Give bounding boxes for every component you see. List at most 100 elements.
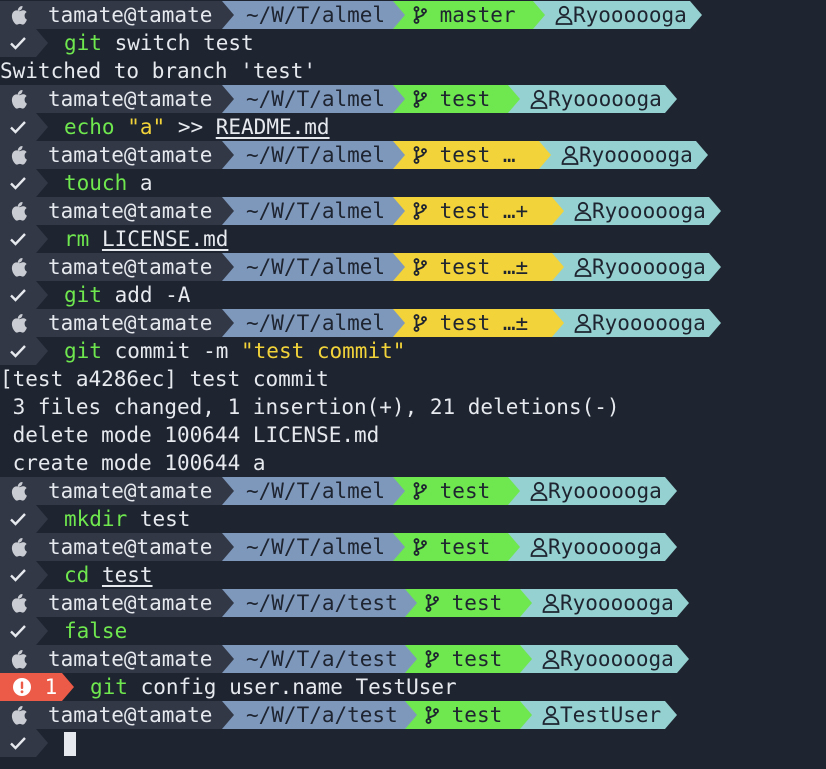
- git-segment: test: [405, 533, 508, 561]
- command-text[interactable]: cd test: [64, 561, 153, 589]
- user-host-segment: tamate@tamate: [42, 197, 222, 225]
- git-branch-label: test: [439, 535, 491, 559]
- user-host-segment: tamate@tamate: [42, 253, 222, 281]
- prompt-line: tamate@tamate ~/W/T/a/test test Ryoooooga: [0, 589, 826, 617]
- git-user-segment: Ryoooooga: [564, 253, 709, 281]
- segment-separator: [222, 253, 234, 281]
- segment-separator: [539, 141, 551, 169]
- command-token: README.md: [215, 115, 330, 139]
- segment-separator: [508, 533, 520, 561]
- segment-separator: [393, 309, 405, 337]
- os-segment: [0, 1, 36, 29]
- segment-separator: [393, 533, 405, 561]
- segment-end: [36, 337, 48, 365]
- user-icon: [574, 200, 592, 228]
- command-token: [115, 115, 128, 139]
- apple-icon: [10, 200, 28, 228]
- apple-icon: [10, 4, 28, 32]
- command-text[interactable]: git config user.name TestUser: [90, 673, 457, 701]
- command-line: [0, 729, 826, 757]
- segment-separator: [222, 85, 234, 113]
- terminal-window[interactable]: tamate@tamate ~/W/T/almel master Ryoooooga…: [0, 0, 826, 769]
- git-user-segment: Ryoooooga: [520, 477, 665, 505]
- segment-end: [36, 505, 48, 533]
- git-user-segment: TestUser: [532, 701, 665, 729]
- path-label: ~/W/T/almel: [246, 3, 386, 27]
- git-branch-label: test: [439, 255, 491, 279]
- os-segment: [0, 309, 36, 337]
- segment-end: [677, 589, 689, 617]
- command-text[interactable]: echo "a" >> README.md: [64, 113, 330, 141]
- os-segment: [0, 197, 36, 225]
- segment-separator: [552, 253, 564, 281]
- segment-end: [665, 533, 677, 561]
- ok-status-segment: [0, 505, 36, 533]
- command-text[interactable]: mkdir test: [64, 505, 190, 533]
- segment-end: [665, 477, 677, 505]
- user-icon: [530, 88, 548, 116]
- check-icon: [8, 32, 28, 60]
- prompt-line: tamate@tamate ~/W/T/almel test …+ Ryooooog…: [0, 197, 826, 225]
- prompt-line: tamate@tamate ~/W/T/a/test test Ryoooooga: [0, 645, 826, 673]
- user-host-label: tamate@tamate: [48, 143, 213, 167]
- command-line: rm LICENSE.md: [0, 225, 826, 253]
- user-host-segment: tamate@tamate: [42, 141, 222, 169]
- command-text[interactable]: [64, 729, 76, 757]
- path-label: ~/W/T/almel: [246, 535, 386, 559]
- user-host-label: tamate@tamate: [48, 3, 213, 27]
- user-host-segment: tamate@tamate: [42, 645, 222, 673]
- segment-separator: [405, 645, 417, 673]
- segment-end: [36, 281, 48, 309]
- command-text[interactable]: touch a: [64, 169, 153, 197]
- segment-separator: [222, 477, 234, 505]
- user-host-label: tamate@tamate: [48, 199, 213, 223]
- command-token: touch: [64, 171, 128, 195]
- apple-icon: [10, 648, 28, 676]
- path-label: ~/W/T/almel: [246, 479, 386, 503]
- git-user-label: Ryoooooga: [560, 647, 674, 671]
- segment-end: [696, 141, 708, 169]
- prompt-line: tamate@tamate ~/W/T/almel test …± Ryooooog…: [0, 253, 826, 281]
- command-line: false: [0, 617, 826, 645]
- git-user-segment: Ryoooooga: [532, 645, 677, 673]
- path-label: ~/W/T/a/test: [246, 591, 398, 615]
- apple-icon: [10, 88, 28, 116]
- command-text[interactable]: false: [64, 617, 127, 645]
- command-text[interactable]: rm LICENSE.md: [64, 225, 228, 253]
- user-icon: [530, 480, 548, 508]
- git-user-label: Ryoooooga: [579, 143, 693, 167]
- prompt-line: tamate@tamate ~/W/T/almel master Ryoooooga: [0, 1, 826, 29]
- text-cursor[interactable]: [64, 732, 76, 756]
- segment-separator: [393, 477, 405, 505]
- command-token: rm: [64, 227, 90, 251]
- user-host-label: tamate@tamate: [48, 591, 213, 615]
- user-icon: [530, 536, 548, 564]
- user-icon: [542, 592, 560, 620]
- segment-end: [709, 309, 721, 337]
- command-text[interactable]: git switch test: [64, 29, 254, 57]
- os-segment: [0, 533, 36, 561]
- git-segment: test: [405, 477, 508, 505]
- git-branch-label: test: [451, 591, 503, 615]
- segment-separator: [222, 141, 234, 169]
- segment-end: [665, 85, 677, 113]
- command-text[interactable]: git commit -m "test commit": [64, 337, 405, 365]
- exclamation-icon: [12, 676, 32, 704]
- segment-separator: [222, 533, 234, 561]
- command-text[interactable]: git add -A: [64, 281, 190, 309]
- git-branch-label: master: [439, 3, 516, 27]
- output-line: create mode 100644 a: [0, 449, 826, 477]
- user-icon: [542, 648, 560, 676]
- git-user-label: Ryoooooga: [592, 199, 706, 223]
- git-segment: test …±: [405, 253, 552, 281]
- apple-icon: [10, 312, 28, 340]
- git-user-label: Ryoooooga: [573, 3, 687, 27]
- git-branch-icon: [413, 256, 427, 284]
- exit-code-label: 1: [44, 675, 58, 699]
- segment-end: [36, 729, 48, 757]
- git-branch-icon: [413, 200, 427, 228]
- output-text: Switched to branch 'test': [0, 59, 317, 83]
